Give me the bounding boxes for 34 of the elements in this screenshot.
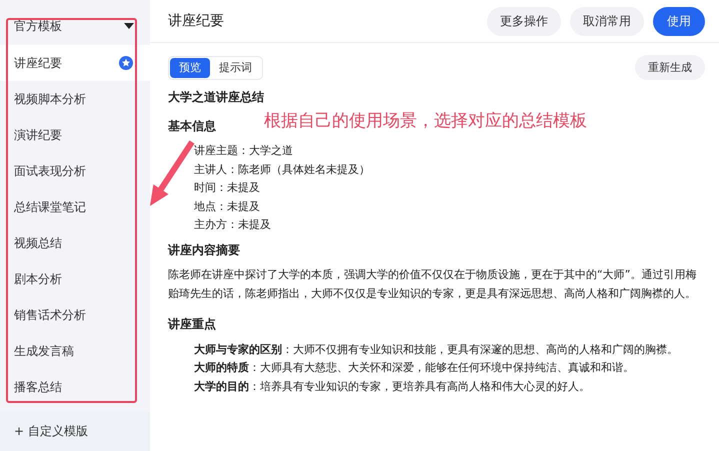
info-line: 讲座主题：大学之道 xyxy=(193,143,294,159)
action-button[interactable]: 取消常用 xyxy=(570,6,644,36)
annotation-text: 根据自己的使用场景，选择对应的总结模板 xyxy=(264,110,587,132)
template-item[interactable]: 生成发言稿 xyxy=(0,333,150,369)
info-line: 主办方：未提及 xyxy=(193,217,272,233)
summary-paragraph: 陈老师在讲座中探讨了大学的本质，强调大学的价值不仅仅在于物质设施，更在于其中的“大师”。通过引用梅贻琦先生的话，陈老师指出，大师不仅仅是专业知识的专家，更是具有深远思想、高尚人格和广阔胸襟的人。 xyxy=(168,267,698,302)
info-line: 地点：未提及 xyxy=(193,198,261,214)
info-line: 大师与专家的区别：大师不仅拥有专业知识和技能，更具有深邃的思想、高尚的人格和广阔的胸襟。 xyxy=(193,342,679,358)
template-item[interactable]: 视频总结 xyxy=(0,225,150,261)
custom-template-button[interactable]: + 自定义模版 xyxy=(0,411,150,451)
action-button[interactable]: 使用 xyxy=(653,6,705,36)
template-item[interactable]: 视频脚本分析 xyxy=(0,81,150,117)
template-dropdown[interactable]: 官方模板 xyxy=(0,0,150,40)
info-line: 时间：未提及 xyxy=(193,180,261,196)
template-item[interactable]: 讲座纪要 xyxy=(0,45,150,81)
info-line: 大学的目的：培养具有专业知识的专家，更培养具有高尚人格和伟大心灵的好人。 xyxy=(193,378,591,394)
section-heading: 讲座内容摘要 xyxy=(168,242,240,258)
action-button[interactable]: 更多操作 xyxy=(487,6,561,36)
template-item[interactable]: 销售话术分析 xyxy=(0,297,150,333)
regenerate-button[interactable]: 重新生成 xyxy=(635,55,705,80)
template-item[interactable]: 面试表现分析 xyxy=(0,153,150,189)
template-item[interactable]: 播客总结 xyxy=(0,369,150,405)
section-heading: 讲座重点 xyxy=(168,316,216,333)
tab[interactable]: 提示词 xyxy=(210,58,261,78)
template-item[interactable]: 总结课堂笔记 xyxy=(0,189,150,225)
template-item[interactable]: 演讲纪要 xyxy=(0,117,150,153)
section-heading: 基本信息 xyxy=(168,118,216,134)
caret-icon xyxy=(124,23,134,29)
document-title: 大学之道讲座总结 xyxy=(168,89,264,106)
template-item[interactable]: 剧本分析 xyxy=(0,261,150,297)
info-line: 主讲人：陈老师（具体姓名未提及） xyxy=(193,162,371,178)
page-title: 讲座纪要 xyxy=(168,12,224,30)
tab[interactable]: 预览 xyxy=(170,58,210,78)
info-line: 大师的特质：大师具有大慈悲、大关怀和深爱，能够在任何环境中保持纯洁、真诚和和谐。 xyxy=(193,360,635,376)
